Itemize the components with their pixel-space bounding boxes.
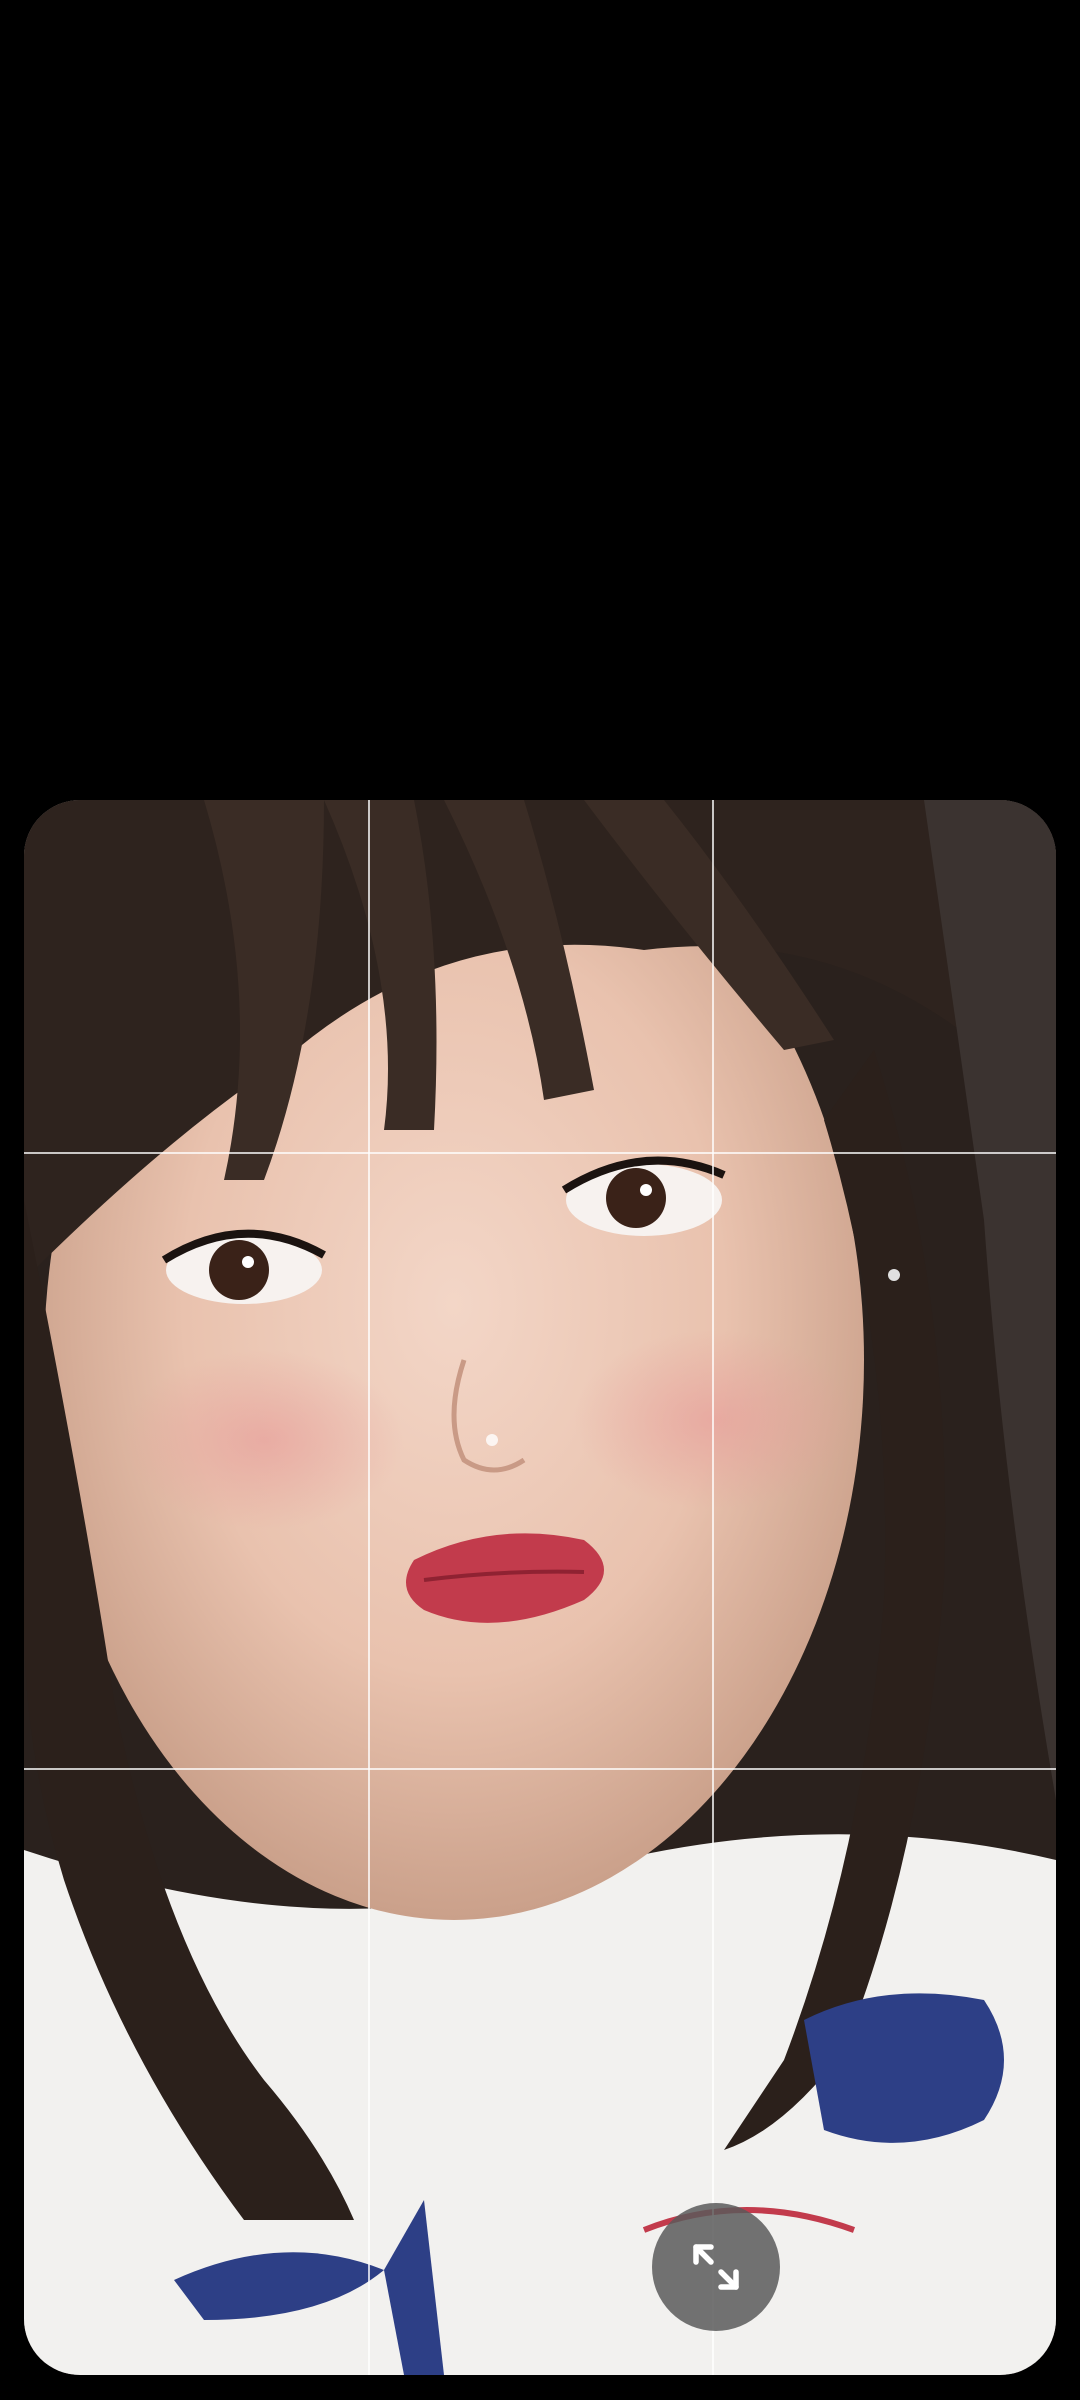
grid-line-vertical-2 <box>712 800 714 2375</box>
expand-view-button[interactable] <box>652 2203 780 2331</box>
expand-diagonal-arrows-icon <box>693 2244 739 2290</box>
grid-line-horizontal-2 <box>24 1768 1056 1770</box>
grid-line-vertical-1 <box>368 800 370 2375</box>
camera-screen <box>0 0 1080 2400</box>
grid-line-horizontal-1 <box>24 1152 1056 1154</box>
viewfinder-photo <box>24 800 1056 2375</box>
camera-viewfinder[interactable] <box>24 800 1056 2375</box>
